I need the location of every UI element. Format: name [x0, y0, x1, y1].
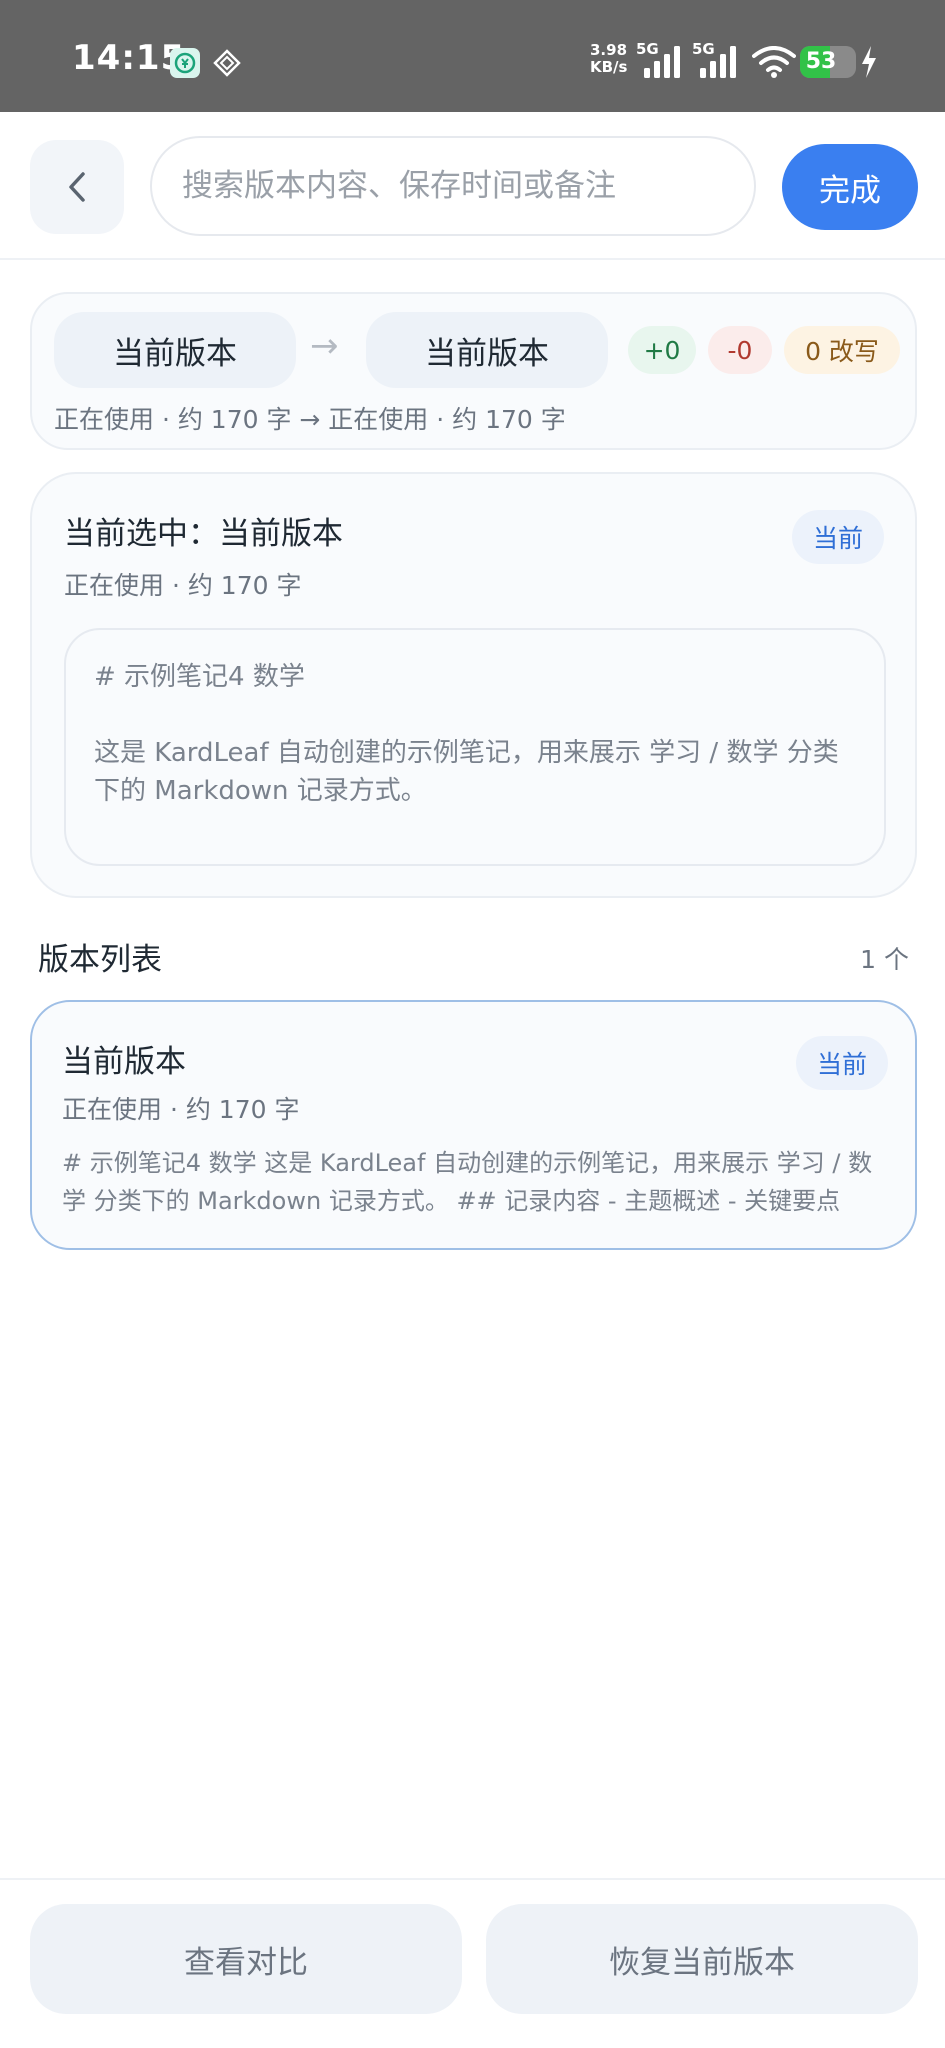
charging-bolt-icon [862, 46, 876, 78]
header: 完成 [0, 112, 945, 260]
version-item-preview: # 示例笔记4 数学 这是 KardLeaf 自动创建的示例笔记，用来展示 学习… [62, 1149, 873, 1215]
view-compare-button[interactable]: 查看对比 [30, 1904, 462, 2014]
current-tag-badge: 当前 [792, 510, 884, 564]
compare-from-version[interactable]: 当前版本 [54, 312, 296, 388]
modified-count-badge: 0 改写 [784, 326, 900, 374]
status-time: 14:15 [72, 38, 186, 78]
added-count-badge: +0 [628, 326, 696, 374]
version-item-meta: 正在使用 · 约 170 字 [62, 1095, 300, 1124]
network-speed: 3.98 KB/s [590, 41, 628, 76]
version-item-current-tag: 当前 [796, 1036, 888, 1090]
restore-version-button[interactable]: 恢复当前版本 [486, 1904, 918, 2014]
search-field[interactable] [150, 136, 756, 236]
compare-summary-card: 当前版本 → 当前版本 +0 -0 0 改写 正在使用 · 约 170 字 → … [30, 292, 917, 450]
version-item-title: 当前版本 [62, 1044, 186, 1080]
selected-version-meta: 正在使用 · 约 170 字 [64, 571, 302, 600]
signal-bars-2-icon [700, 46, 736, 78]
wifi-icon [752, 46, 796, 78]
arrow-right-icon: → [310, 326, 339, 366]
version-list-count: 1 个 [860, 945, 909, 974]
diamond-notification-icon [212, 48, 242, 78]
search-input[interactable] [182, 168, 754, 204]
battery-indicator: 53 [800, 46, 856, 78]
compare-summary-text: 正在使用 · 约 170 字 → 正在使用 · 约 170 字 [54, 405, 566, 434]
status-bar: 14:15 3.98 KB/s 5G 5G 53 [0, 0, 945, 112]
signal-bars-icon [644, 46, 680, 78]
selected-version-title: 当前选中：当前版本 [64, 516, 343, 552]
version-list-title: 版本列表 [38, 942, 162, 978]
selected-version-card: 当前选中：当前版本 正在使用 · 约 170 字 当前 # 示例笔记4 数学 这… [30, 472, 917, 898]
back-button[interactable] [30, 140, 124, 234]
preview-heading: # 示例笔记4 数学 [94, 662, 305, 692]
content-preview: # 示例笔记4 数学 这是 KardLeaf 自动创建的示例笔记，用来展示 学习… [64, 628, 886, 866]
removed-count-badge: -0 [708, 326, 772, 374]
compare-to-version[interactable]: 当前版本 [366, 312, 608, 388]
battery-level: 53 [805, 49, 837, 74]
version-list-item[interactable]: 当前版本 正在使用 · 约 170 字 当前 # 示例笔记4 数学 这是 Kar… [30, 1000, 917, 1250]
preview-body: 这是 KardLeaf 自动创建的示例笔记，用来展示 学习 / 数学 分类下的 … [94, 738, 839, 806]
done-button[interactable]: 完成 [782, 144, 918, 230]
app-notification-icon [170, 48, 200, 78]
chevron-left-icon [69, 172, 85, 202]
bottom-action-bar: 查看对比 恢复当前版本 [0, 1878, 945, 2048]
